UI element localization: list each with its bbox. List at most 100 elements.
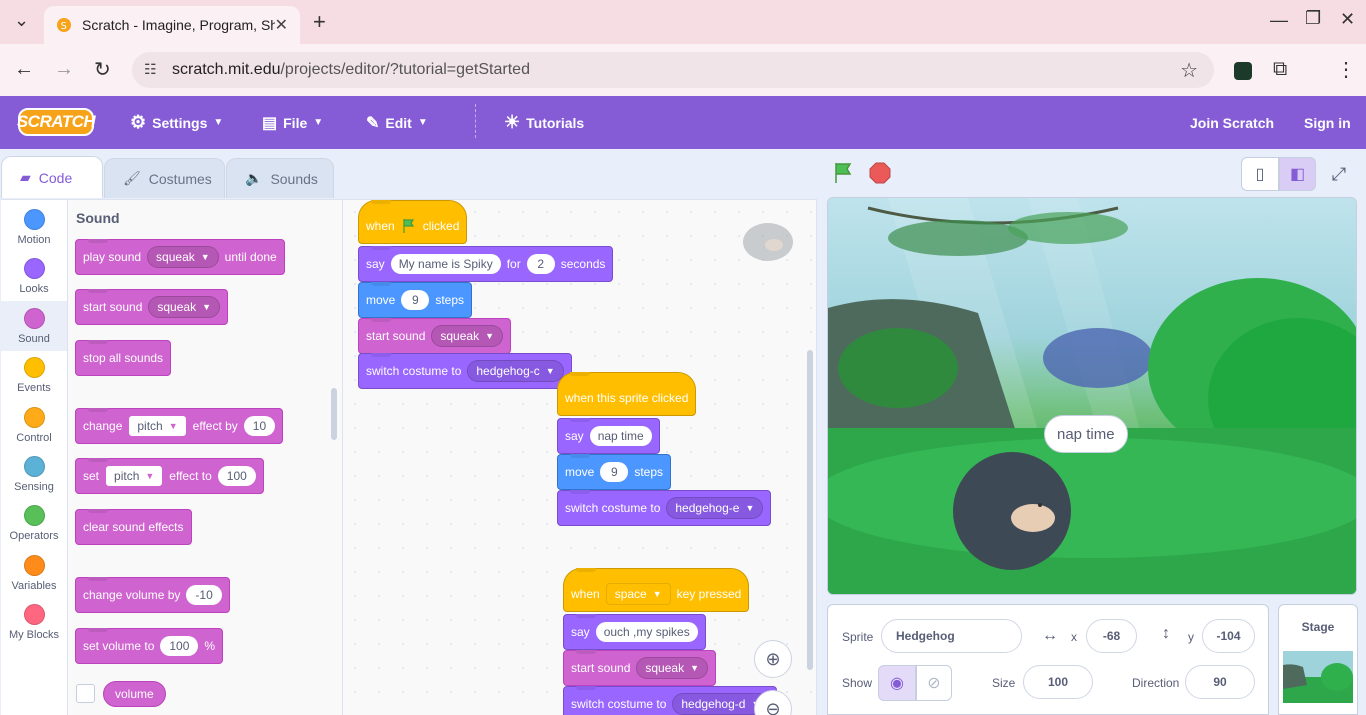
block-when-sprite-clicked[interactable]: when this sprite clicked [557, 372, 697, 416]
sign-in-link[interactable]: Sign in [1304, 96, 1351, 149]
sound-dropdown[interactable]: squeak ▼ [431, 325, 503, 347]
block-say-for-seconds[interactable]: say My name is Spiky for 2 seconds [358, 246, 614, 282]
block-when-key-pressed[interactable]: when space ▼ key pressed [563, 568, 750, 612]
category-looks[interactable]: Looks [1, 251, 67, 301]
hide-sprite-eye-slash-icon[interactable]: ⊘ [916, 665, 952, 701]
forward-icon[interactable]: → [54, 58, 74, 81]
edit-menu[interactable]: ✎ Edit ▼ [366, 96, 428, 149]
block-stop-all-sounds[interactable]: stop all sounds [75, 340, 172, 376]
settings-menu[interactable]: ⚙ Settings ▼ [130, 96, 223, 149]
block-set-volume[interactable]: set volume to 100 % [75, 628, 224, 664]
volume-monitor-checkbox[interactable] [76, 684, 95, 703]
block-move-steps[interactable]: move 9 steps [557, 454, 672, 490]
tab-search-icon[interactable]: ⌄ [14, 10, 29, 31]
file-menu[interactable]: ▤ File ▼ [262, 96, 323, 149]
number-input[interactable]: 100 [160, 636, 199, 656]
key-dropdown[interactable]: space ▼ [605, 583, 671, 605]
effect-dropdown[interactable]: pitch ▼ [105, 465, 164, 487]
sound-dropdown[interactable]: squeak ▼ [147, 246, 219, 268]
block-say[interactable]: say ouch ,my spikes [563, 614, 706, 650]
extensions-puzzle-icon[interactable]: ⧉ [1273, 58, 1287, 81]
restore-icon[interactable]: ❐ [1305, 8, 1321, 29]
direction-input[interactable]: 90 [1185, 665, 1255, 699]
extension-icon[interactable] [1234, 62, 1252, 80]
effect-dropdown[interactable]: pitch ▼ [128, 415, 187, 437]
large-stage-icon[interactable]: ◧ [1279, 157, 1316, 191]
y-position-input[interactable]: -104 [1202, 619, 1255, 653]
new-tab-icon[interactable]: + [313, 9, 326, 35]
fullscreen-icon[interactable]: ⤢ [1322, 157, 1356, 191]
sound-dropdown[interactable]: squeak ▼ [148, 296, 220, 318]
category-operators[interactable]: Operators [1, 498, 67, 548]
block-switch-costume[interactable]: switch costume to hedgehog-d▼ [563, 686, 778, 715]
close-tab-icon[interactable]: ✕ [275, 15, 288, 35]
address-bar[interactable]: ☷ scratch.mit.edu/projects/editor/?tutor… [132, 52, 1214, 88]
block-start-sound[interactable]: start sound squeak ▼ [75, 289, 228, 325]
block-volume-reporter[interactable]: volume [103, 681, 166, 707]
zoom-out-icon[interactable]: ⊖ [754, 690, 792, 715]
minimize-icon[interactable]: — [1270, 10, 1288, 31]
category-motion[interactable]: Motion [1, 202, 67, 252]
block-play-sound-until-done[interactable]: play sound squeak ▼ until done [75, 239, 285, 275]
show-sprite-eye-icon[interactable]: ◉ [878, 665, 916, 701]
scratch-logo[interactable]: SCRATCH [17, 108, 96, 136]
number-input[interactable]: 9 [600, 462, 629, 482]
costume-dropdown[interactable]: hedgehog-c ▼ [467, 360, 564, 382]
tab-sounds[interactable]: 🔈 Sounds [226, 158, 334, 198]
category-control[interactable]: Control [1, 400, 67, 450]
zoom-in-icon[interactable]: ⊕ [754, 640, 792, 678]
script-area[interactable]: when clicked say My name is Spiky for 2 … [343, 199, 817, 715]
category-sensing[interactable]: Sensing [1, 449, 67, 499]
tab-costumes[interactable]: 🖌 Costumes [104, 158, 225, 198]
block-change-volume[interactable]: change volume by -10 [75, 577, 230, 613]
x-position-input[interactable]: -68 [1086, 619, 1137, 653]
small-stage-icon[interactable]: ▯ [1241, 157, 1279, 191]
stop-icon[interactable] [868, 161, 892, 185]
palette-scrollbar[interactable] [331, 388, 337, 440]
horizontal-arrows-icon: ↔ [1042, 627, 1058, 644]
dropdown-value: squeak [645, 661, 685, 675]
text-input[interactable]: ouch ,my spikes [595, 622, 698, 642]
number-input[interactable]: 10 [243, 416, 276, 436]
bookmark-star-icon[interactable]: ☆ [1180, 58, 1198, 83]
green-flag-icon[interactable] [832, 161, 856, 185]
category-events[interactable]: Events [1, 350, 67, 400]
close-window-icon[interactable]: ✕ [1340, 9, 1355, 30]
reload-icon[interactable]: ↻ [94, 57, 111, 82]
browser-menu-icon[interactable]: ⋮ [1336, 57, 1356, 82]
category-variables[interactable]: Variables [1, 548, 67, 598]
number-input[interactable]: -10 [186, 585, 222, 605]
category-my-blocks[interactable]: My Blocks [1, 597, 67, 647]
block-change-effect[interactable]: change pitch ▼ effect by 10 [75, 408, 284, 444]
category-sound[interactable]: Sound [1, 301, 67, 351]
browser-tab[interactable]: S Scratch - Imagine, Program, Sha ✕ [44, 6, 300, 44]
block-clear-sound-effects[interactable]: clear sound effects [75, 509, 192, 545]
block-say[interactable]: say nap time [557, 418, 660, 454]
block-switch-costume[interactable]: switch costume to hedgehog-c ▼ [358, 353, 572, 389]
number-input[interactable]: 100 [217, 466, 256, 486]
site-info-icon[interactable]: ☷ [144, 61, 157, 78]
size-input[interactable]: 100 [1023, 665, 1093, 699]
block-start-sound[interactable]: start sound squeak ▼ [563, 650, 716, 686]
text-input[interactable]: nap time [589, 426, 652, 446]
back-icon[interactable]: ← [14, 58, 34, 81]
stage-canvas[interactable]: nap time [827, 197, 1357, 595]
join-scratch-link[interactable]: Join Scratch [1190, 96, 1274, 149]
script-area-scrollbar[interactable] [807, 350, 813, 670]
number-input[interactable]: 2 [526, 254, 555, 274]
tab-code[interactable]: ▰ Code [1, 156, 103, 198]
block-when-flag-clicked[interactable]: when clicked [358, 200, 468, 244]
number-input[interactable]: 9 [401, 290, 430, 310]
sprite-name-input[interactable]: Hedgehog [881, 619, 1022, 653]
block-move-steps[interactable]: move 9 steps [358, 282, 473, 318]
block-start-sound[interactable]: start sound squeak ▼ [358, 318, 511, 354]
tutorials-menu[interactable]: ☀ Tutorials [504, 96, 584, 149]
text-input[interactable]: My name is Spiky [390, 254, 501, 274]
sound-dropdown[interactable]: squeak ▼ [636, 657, 708, 679]
stage-selector[interactable]: Stage [1278, 604, 1358, 715]
block-text: change volume by [83, 588, 181, 602]
block-text: play sound [83, 250, 142, 264]
costume-dropdown[interactable]: hedgehog-e ▼ [666, 497, 764, 519]
block-switch-costume[interactable]: switch costume to hedgehog-e ▼ [557, 490, 772, 526]
block-set-effect[interactable]: set pitch ▼ effect to 100 [75, 458, 264, 494]
